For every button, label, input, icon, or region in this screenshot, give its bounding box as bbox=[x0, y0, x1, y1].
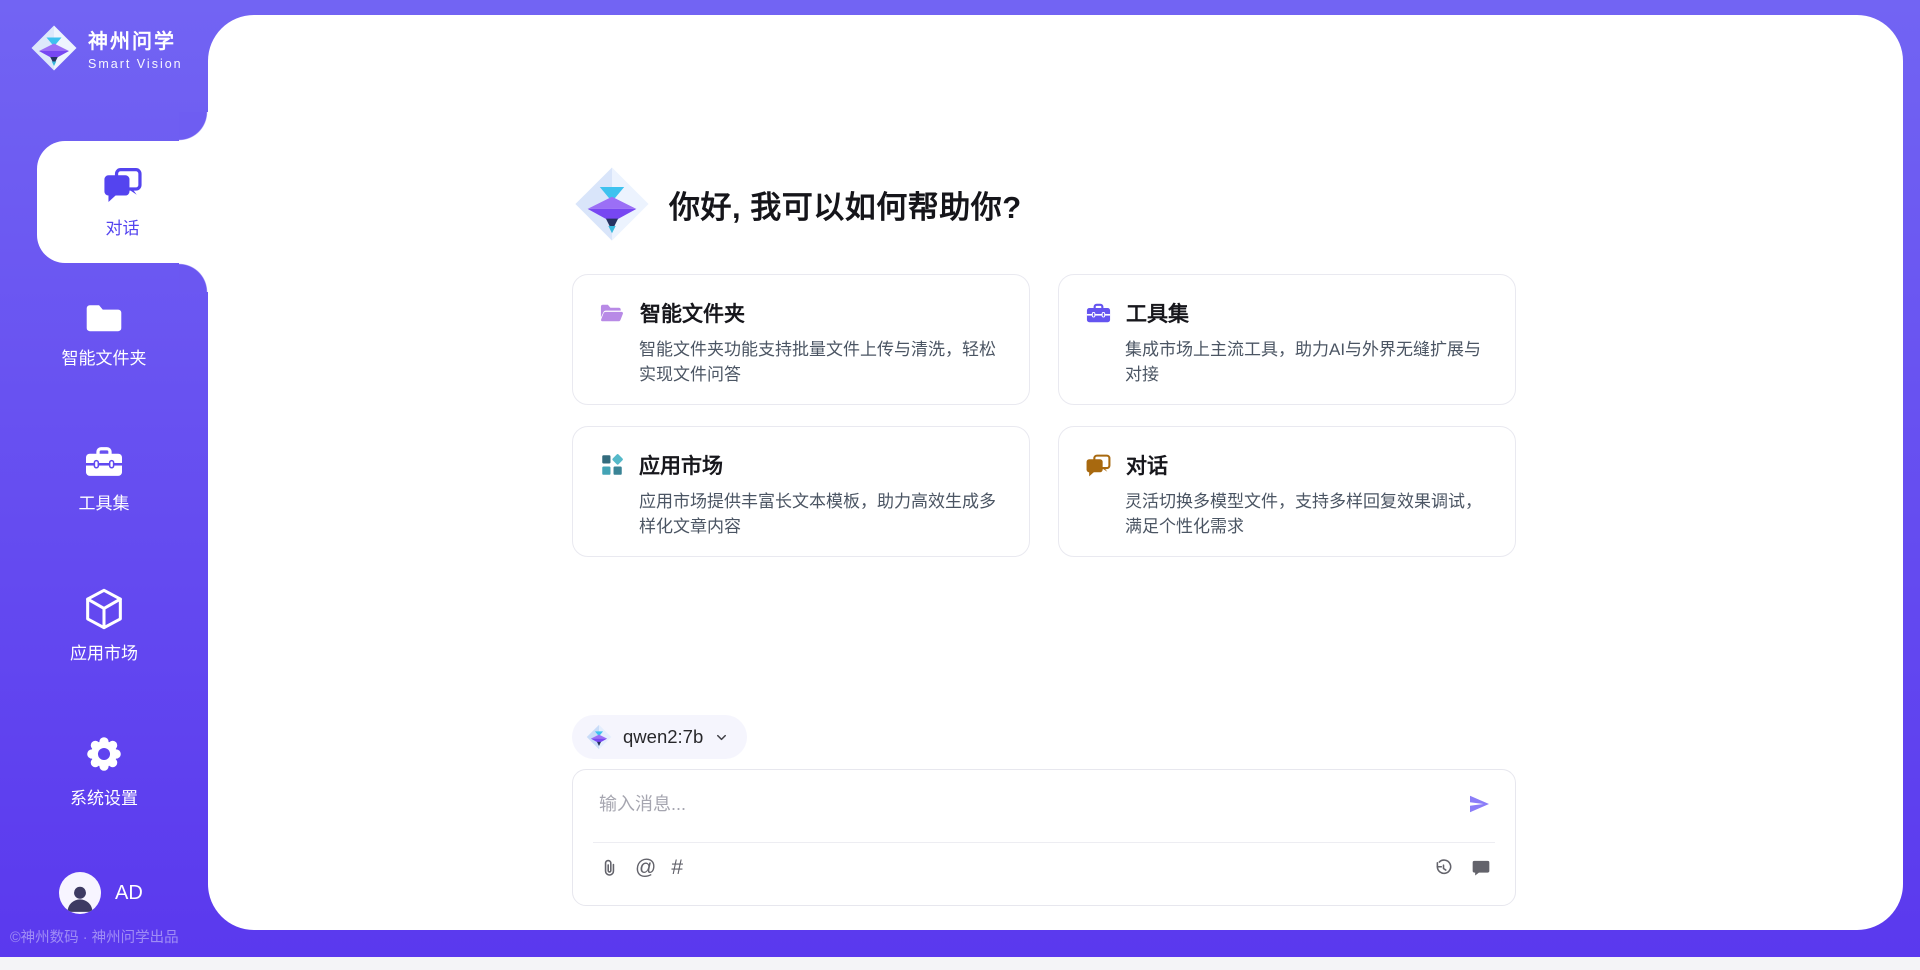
sidebar-item-smart-folder[interactable]: 智能文件夹 bbox=[0, 299, 208, 369]
card-description: 集成市场上主流工具，助力AI与外界无缝扩展与对接 bbox=[1085, 337, 1489, 387]
tab-curve-top bbox=[179, 112, 208, 141]
card-toolset[interactable]: 工具集 集成市场上主流工具，助力AI与外界无缝扩展与对接 bbox=[1058, 274, 1516, 405]
card-description: 灵活切换多模型文件，支持多样回复效果调试，满足个性化需求 bbox=[1085, 489, 1489, 539]
user-profile[interactable]: AD bbox=[59, 872, 143, 914]
card-title: 对话 bbox=[1126, 450, 1168, 480]
folder-icon bbox=[83, 299, 125, 335]
app-market-icon bbox=[599, 452, 625, 478]
message-input[interactable] bbox=[599, 794, 1455, 815]
send-icon bbox=[1467, 792, 1491, 816]
sidebar-item-toolset[interactable]: 工具集 bbox=[0, 443, 208, 514]
chat-icon bbox=[1085, 453, 1112, 478]
chat-bubble-icon bbox=[1471, 858, 1491, 878]
message-composer: @ # bbox=[572, 769, 1516, 906]
sidebar-item-app-market[interactable]: 应用市场 bbox=[0, 588, 208, 664]
topic-button[interactable]: # bbox=[671, 856, 683, 880]
card-title: 应用市场 bbox=[639, 450, 723, 480]
horizontal-scrollbar[interactable] bbox=[0, 957, 1920, 970]
card-smart-folder[interactable]: 智能文件夹 智能文件夹功能支持批量文件上传与清洗，轻松实现文件问答 bbox=[572, 274, 1030, 405]
greeting-text: 你好, 我可以如何帮助你? bbox=[669, 182, 1022, 227]
brand: 神州问学 Smart Vision bbox=[30, 24, 183, 72]
card-description: 应用市场提供丰富长文本模板，助力高效生成多样化文章内容 bbox=[599, 489, 1003, 539]
sidebar-item-label: 智能文件夹 bbox=[62, 344, 147, 369]
brand-name: 神州问学 bbox=[88, 25, 183, 54]
chat-icon bbox=[102, 165, 144, 205]
sidebar-item-chat[interactable]: 对话 bbox=[37, 141, 208, 263]
card-chat[interactable]: 对话 灵活切换多模型文件，支持多样回复效果调试，满足个性化需求 bbox=[1058, 426, 1516, 557]
paperclip-icon bbox=[599, 857, 620, 879]
model-selector[interactable]: qwen2:7b bbox=[572, 715, 747, 759]
copyright-footer: ©神州数码 · 神州问学出品 bbox=[10, 926, 210, 947]
app-window: 神州问学 Smart Vision 对话 bbox=[0, 0, 1920, 970]
gem-logo-icon bbox=[30, 24, 78, 72]
card-title: 工具集 bbox=[1126, 298, 1189, 328]
sidebar-item-label: 对话 bbox=[106, 214, 140, 239]
tab-curve-bottom bbox=[179, 263, 208, 292]
card-app-market[interactable]: 应用市场 应用市场提供丰富长文本模板，助力高效生成多样化文章内容 bbox=[572, 426, 1030, 557]
person-icon bbox=[63, 880, 97, 914]
conversations-button[interactable] bbox=[1471, 858, 1491, 878]
card-title: 智能文件夹 bbox=[640, 298, 745, 328]
sidebar: 神州问学 Smart Vision 对话 bbox=[0, 0, 208, 970]
folder-open-icon bbox=[599, 301, 626, 325]
feature-cards: 智能文件夹 智能文件夹功能支持批量文件上传与清洗，轻松实现文件问答 bbox=[572, 274, 1516, 557]
attach-file-button[interactable] bbox=[599, 857, 620, 879]
history-icon bbox=[1433, 858, 1454, 879]
sidebar-item-label: 工具集 bbox=[79, 489, 130, 514]
toolbox-icon bbox=[83, 443, 125, 480]
cube-icon bbox=[84, 588, 124, 630]
card-description: 智能文件夹功能支持批量文件上传与清洗，轻松实现文件问答 bbox=[599, 337, 1003, 387]
history-button[interactable] bbox=[1433, 858, 1454, 879]
chevron-down-icon bbox=[714, 730, 729, 745]
sidebar-item-label: 系统设置 bbox=[70, 784, 138, 809]
sidebar-item-settings[interactable]: 系统设置 bbox=[0, 733, 208, 809]
gear-icon bbox=[83, 733, 125, 775]
main-panel: 你好, 我可以如何帮助你? 智能文件夹 智能文件夹功能支持批量文件上传与清洗，轻… bbox=[208, 15, 1903, 930]
user-initials: AD bbox=[115, 882, 143, 905]
at-icon: @ bbox=[635, 856, 656, 880]
sidebar-item-label: 应用市场 bbox=[70, 639, 138, 664]
gem-logo-icon bbox=[586, 724, 612, 750]
brand-subtitle: Smart Vision bbox=[88, 57, 183, 71]
send-button[interactable] bbox=[1467, 792, 1491, 816]
avatar bbox=[59, 872, 101, 914]
greeting-hero: 你好, 我可以如何帮助你? bbox=[573, 165, 1022, 243]
hash-icon: # bbox=[671, 856, 683, 880]
mention-button[interactable]: @ bbox=[635, 856, 656, 880]
gem-logo-icon bbox=[573, 165, 651, 243]
toolbox-icon bbox=[1085, 301, 1112, 325]
model-name: qwen2:7b bbox=[623, 726, 703, 748]
